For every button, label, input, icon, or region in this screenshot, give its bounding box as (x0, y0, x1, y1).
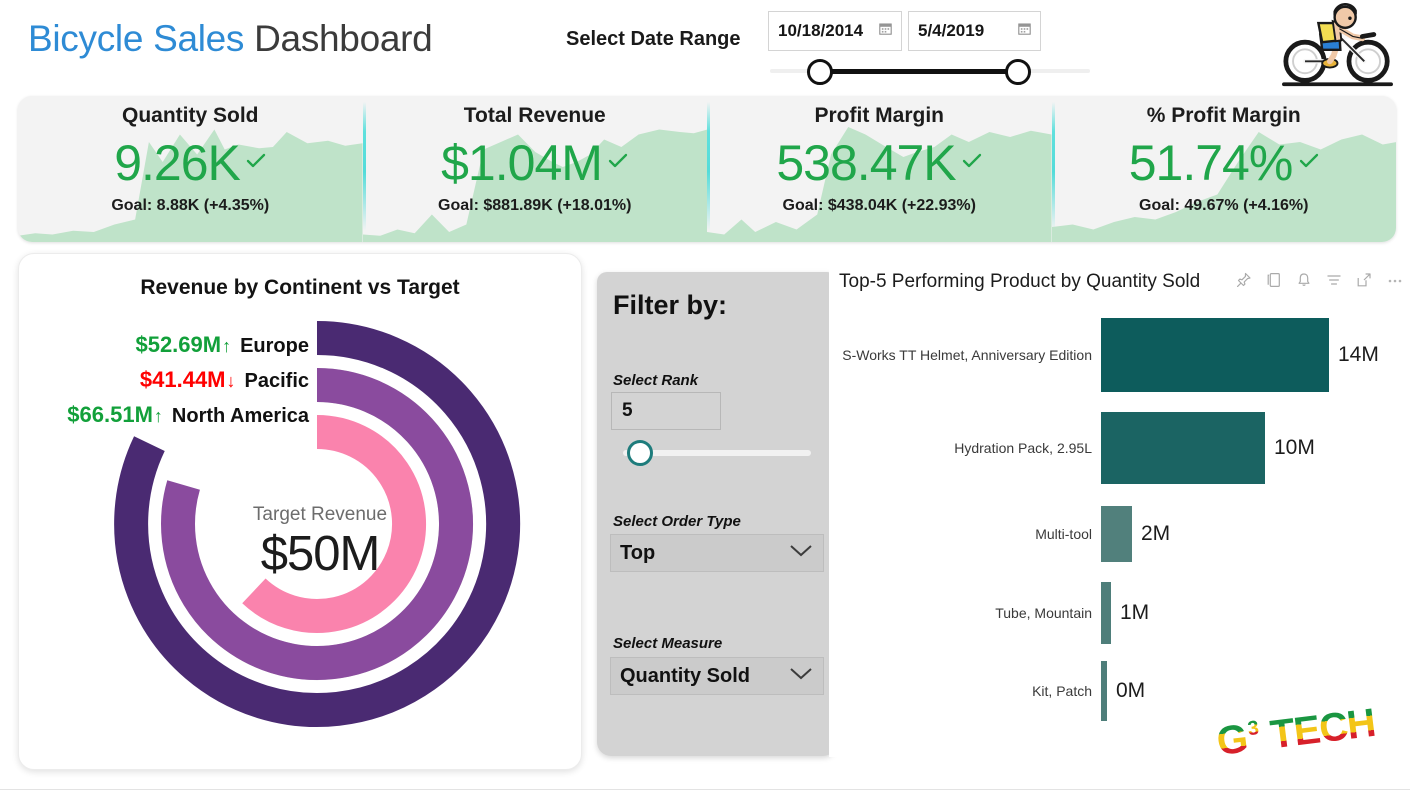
select-rank-slider-handle[interactable] (627, 440, 653, 466)
visual-header: Top-5 Performing Product by Quantity Sol… (839, 268, 1402, 296)
radial-center-caption: Target Revenue (252, 504, 388, 525)
bar-rect[interactable] (1101, 412, 1265, 484)
check-icon (962, 153, 982, 175)
date-to-field[interactable]: 5/4/2019 (908, 11, 1041, 51)
bar-rect[interactable] (1101, 582, 1111, 644)
bar-value-label: 10M (1274, 436, 1315, 459)
chevron-down-icon[interactable] (789, 667, 813, 686)
bar-row[interactable]: S-Works TT Helmet, Anniversary Edition 1… (829, 318, 1404, 392)
revenue-by-continent-visual[interactable]: Revenue by Continent vs Target $52.69M↑ … (18, 253, 582, 770)
kpi-card-quantity-sold[interactable]: Quantity Sold 9.26K Goal: 8.88K (+4.35%) (18, 96, 363, 242)
select-rank-input[interactable]: 5 (611, 392, 721, 430)
filter-panel: Filter by: Select Rank 5 Select Order Ty… (597, 272, 837, 756)
kpi-goal: Goal: 49.67% (+4.16%) (1139, 197, 1309, 214)
kpi-goal: Goal: 8.88K (+4.35%) (111, 197, 270, 214)
page-title-rest: Dashboard (244, 18, 433, 59)
calendar-icon[interactable] (879, 22, 892, 40)
page-title-accent: Bicycle Sales (28, 18, 245, 59)
date-from-value: 10/18/2014 (778, 21, 864, 40)
kpi-value: 538.47K (776, 135, 956, 191)
select-order-type-dropdown[interactable]: Top (610, 534, 824, 572)
check-icon (1299, 153, 1319, 175)
bar-row[interactable]: Multi-tool 2M (829, 506, 1404, 562)
filter-icon[interactable] (1326, 272, 1342, 293)
cyclist-icon (1282, 2, 1393, 87)
kpi-goal: Goal: $438.04K (+22.93%) (782, 197, 976, 214)
kpi-card-strip: Quantity Sold 9.26K Goal: 8.88K (+4.35%)… (18, 96, 1396, 242)
kpi-title: Total Revenue (463, 104, 606, 127)
bar-row[interactable]: Hydration Pack, 2.95L 10M (829, 412, 1404, 484)
bar-category-label: S-Works TT Helmet, Anniversary Edition (842, 347, 1092, 363)
bar-category-label: Kit, Patch (1032, 683, 1092, 699)
bar-rect[interactable] (1101, 506, 1132, 562)
more-options-icon[interactable] (1386, 272, 1404, 293)
date-range-slider-fill (820, 69, 1020, 74)
kpi-card-profit-margin[interactable]: Profit Margin 538.47K Goal: $438.04K (+2… (707, 96, 1052, 242)
date-range-slider-handle-end[interactable] (1005, 59, 1031, 85)
bar-category-label: Multi-tool (1035, 526, 1092, 542)
radial-center-value: $50M (260, 527, 381, 581)
bar-rect[interactable] (1101, 661, 1107, 721)
visual-header-icons (1236, 272, 1404, 293)
calendar-icon[interactable] (1018, 22, 1031, 40)
date-range-slider-handle-start[interactable] (807, 59, 833, 85)
g3-tech-logo: G 3 TECH (1214, 700, 1378, 756)
bar-value-label: 0M (1116, 679, 1146, 702)
bar-rect[interactable] (1101, 318, 1329, 392)
chevron-down-icon[interactable] (789, 544, 813, 563)
svg-text:G: G (1214, 716, 1250, 756)
kpi-title: % Profit Margin (1146, 104, 1301, 127)
date-to-value: 5/4/2019 (918, 21, 985, 40)
dashboard-header: Bicycle Sales Dashboard Select Date Rang… (0, 0, 1410, 92)
bar-category-label: Tube, Mountain (995, 605, 1092, 621)
bar-chart-title: Top-5 Performing Product by Quantity Sol… (839, 271, 1201, 292)
kpi-title: Quantity Sold (122, 104, 259, 127)
bar-category-label: Hydration Pack, 2.95L (954, 440, 1092, 456)
bar-row[interactable]: Tube, Mountain 1M (829, 582, 1404, 644)
kpi-value-wrap: 51.74% (1052, 134, 1397, 192)
bar-value-label: 14M (1338, 343, 1379, 366)
kpi-value: 51.74% (1128, 135, 1294, 191)
check-icon (246, 153, 266, 175)
dashboard-page: Bicycle Sales Dashboard Select Date Rang… (0, 0, 1410, 802)
select-order-type-label: Select Order Type (613, 513, 741, 530)
select-order-type-value: Top (620, 541, 656, 564)
filter-panel-title: Filter by: (613, 290, 728, 320)
svg-text:TECH: TECH (1268, 701, 1377, 756)
kpi-value-wrap: $1.04M (363, 134, 708, 192)
bar-value-label: 1M (1120, 601, 1150, 624)
bar-chart-plot-area: S-Works TT Helmet, Anniversary Edition 1… (829, 308, 1404, 728)
select-measure-value: Quantity Sold (620, 664, 750, 687)
select-rank-label: Select Rank (613, 372, 699, 389)
select-measure-label: Select Measure (613, 635, 723, 652)
top-products-visual[interactable]: Top-5 Performing Product by Quantity Sol… (829, 262, 1404, 757)
check-icon (608, 153, 628, 175)
kpi-value-wrap: 9.26K (18, 134, 363, 192)
select-measure-dropdown[interactable]: Quantity Sold (610, 657, 824, 695)
select-rank-value: 5 (622, 400, 633, 421)
bottom-divider (0, 789, 1410, 790)
pin-icon[interactable] (1236, 272, 1252, 293)
copy-icon[interactable] (1266, 272, 1282, 293)
kpi-value-wrap: 538.47K (707, 134, 1052, 192)
date-range-label: Select Date Range (566, 28, 741, 50)
bar-value-label: 2M (1141, 522, 1171, 545)
kpi-card-total-revenue[interactable]: Total Revenue $1.04M Goal: $881.89K (+18… (362, 96, 708, 242)
kpi-title: Profit Margin (814, 104, 945, 127)
date-from-field[interactable]: 10/18/2014 (768, 11, 902, 51)
kpi-card-percent-profit-margin[interactable]: % Profit Margin 51.74% Goal: 49.67% (+4.… (1051, 96, 1397, 242)
kpi-goal: Goal: $881.89K (+18.01%) (438, 197, 632, 214)
kpi-value: 9.26K (114, 135, 241, 191)
svg-text:3: 3 (1246, 717, 1260, 740)
bell-icon[interactable] (1296, 272, 1312, 293)
page-title: Bicycle Sales Dashboard (28, 18, 433, 60)
kpi-value: $1.04M (441, 135, 603, 191)
focus-mode-icon[interactable] (1356, 272, 1372, 293)
